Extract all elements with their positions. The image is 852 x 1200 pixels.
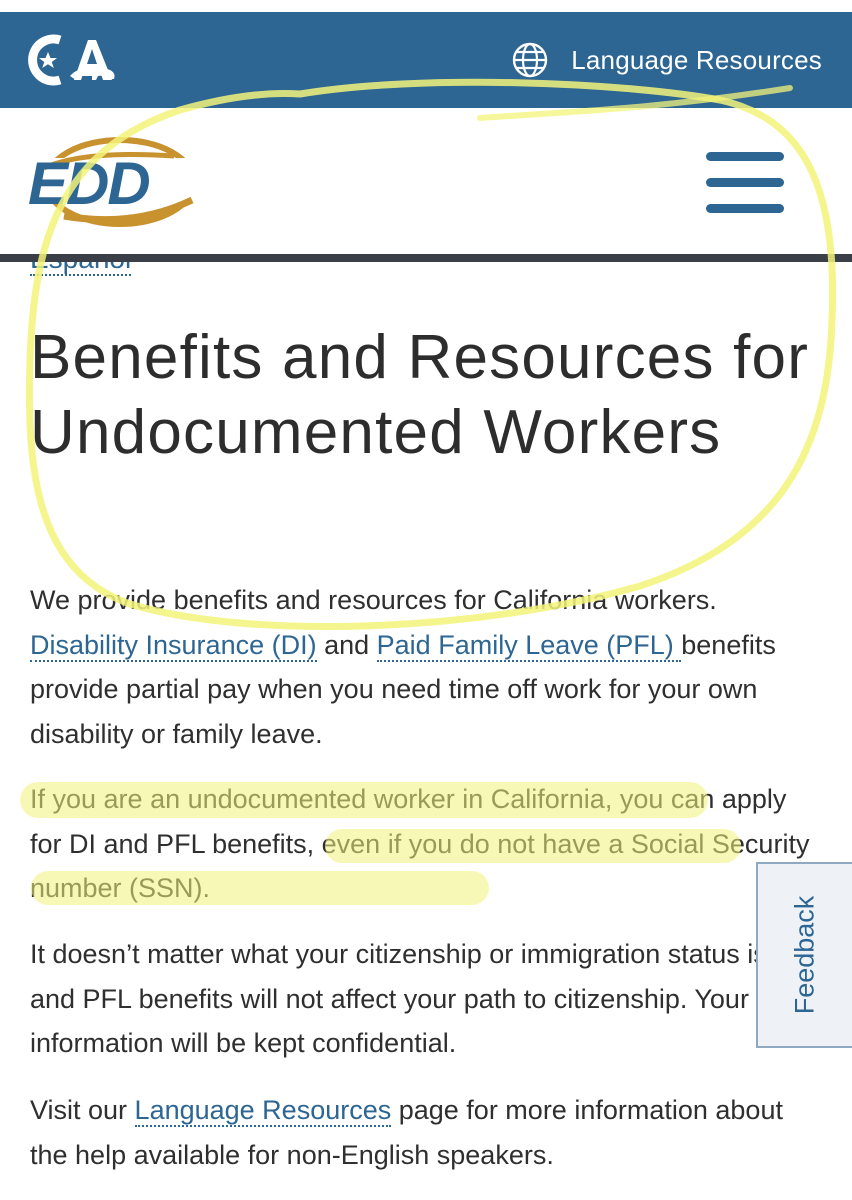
svg-text:EDD: EDD bbox=[28, 150, 149, 217]
main-content: Benefits and Resources for Undocumented … bbox=[30, 320, 820, 1170]
header-divider bbox=[0, 254, 852, 262]
citizenship-paragraph: It doesn’t matter what your citizenship … bbox=[30, 939, 809, 1058]
edd-logo[interactable]: EDD bbox=[24, 130, 202, 233]
menu-bar-middle bbox=[706, 178, 784, 187]
hamburger-menu-icon[interactable] bbox=[704, 152, 786, 222]
ca-logo-icon bbox=[28, 34, 115, 86]
site-header: EDD bbox=[0, 108, 852, 256]
ca-gov-logo[interactable] bbox=[26, 34, 118, 91]
disability-insurance-link[interactable]: Disability Insurance (DI) bbox=[30, 629, 317, 662]
undocumented-paragraph: If you are an undocumented worker in Cal… bbox=[30, 784, 810, 903]
language-resources-inline-link[interactable]: Language Resources bbox=[134, 1095, 392, 1127]
and-text: and bbox=[316, 629, 377, 660]
globe-icon bbox=[513, 42, 548, 78]
top-strip bbox=[0, 0, 852, 12]
intro-paragraph: We provide benefits and resources for Ca… bbox=[30, 578, 820, 756]
language-resources-link[interactable]: Language Resources bbox=[511, 42, 822, 78]
menu-bar-top bbox=[706, 152, 784, 161]
edd-logo-icon: EDD bbox=[28, 137, 202, 227]
feedback-tab[interactable]: Feedback bbox=[756, 862, 852, 1048]
visit-text: Visit our bbox=[30, 1095, 135, 1125]
language-resources-label: Language Resources bbox=[571, 44, 822, 75]
ca-gov-bar: Language Resources bbox=[0, 12, 852, 108]
intro-text: We provide benefits and resources for Ca… bbox=[30, 585, 717, 615]
paid-family-leave-link[interactable]: Paid Family Leave (PFL) bbox=[376, 629, 682, 662]
menu-bar-bottom bbox=[706, 204, 784, 213]
page-title: Benefits and Resources for Undocumented … bbox=[30, 323, 810, 467]
language-resources-paragraph: Visit our Language Resources page for mo… bbox=[30, 1088, 820, 1177]
feedback-label: Feedback bbox=[789, 895, 820, 1015]
